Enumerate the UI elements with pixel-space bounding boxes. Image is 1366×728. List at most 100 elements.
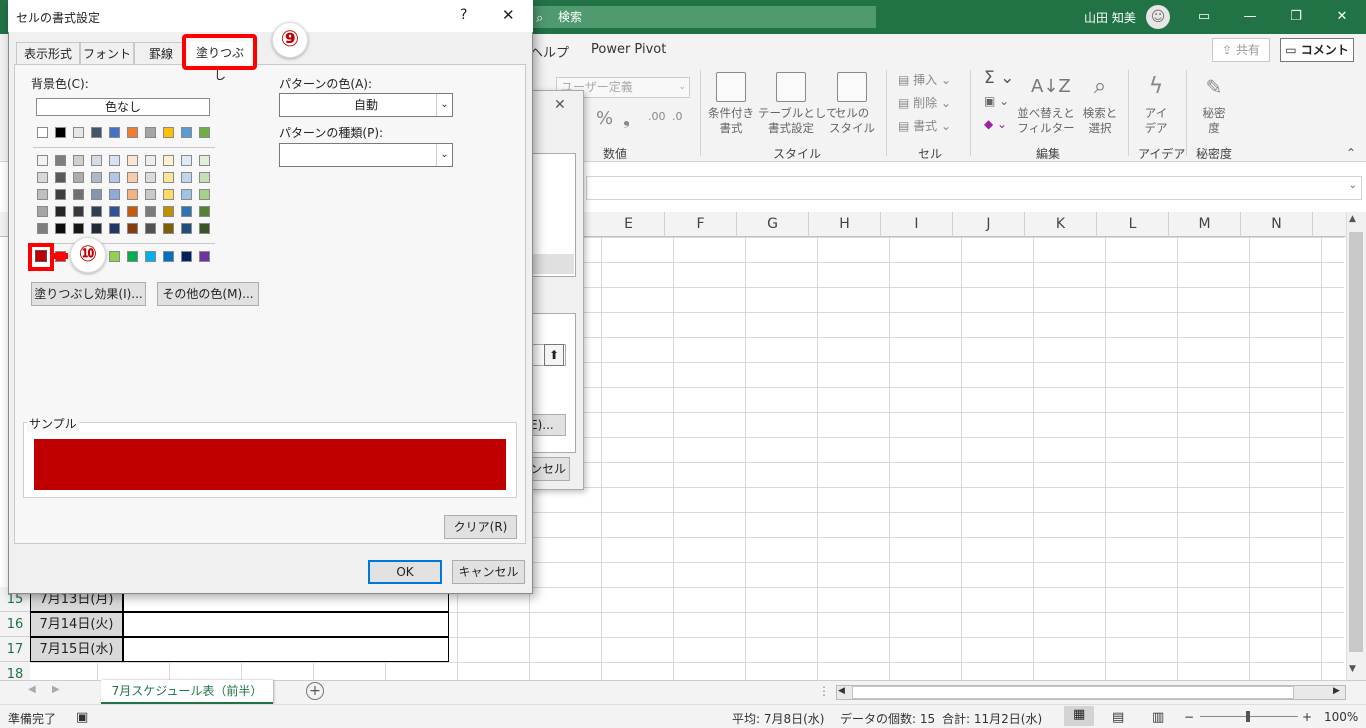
pattern-color-select[interactable]: 自動 ⌄ xyxy=(279,93,453,117)
color-swatch[interactable] xyxy=(37,155,48,166)
help-button[interactable]: ? xyxy=(460,7,467,23)
color-swatch[interactable] xyxy=(91,189,102,200)
zoom-slider-thumb[interactable] xyxy=(1246,711,1250,722)
color-swatch[interactable] xyxy=(73,172,84,183)
zoom-out-icon[interactable]: − xyxy=(1184,710,1194,724)
sheet-tab[interactable]: 7月スケジュール表（前半） xyxy=(101,680,273,704)
color-swatch[interactable] xyxy=(199,172,210,183)
cell-styles-button[interactable]: セルの スタイル xyxy=(826,72,878,136)
macro-record-icon[interactable]: ▣ xyxy=(76,710,88,725)
scroll-left-icon[interactable]: ◀ xyxy=(838,686,845,696)
formula-input[interactable]: ⌄ xyxy=(586,176,1362,200)
autosum-icon[interactable]: Σ ⌄ xyxy=(984,68,1014,88)
color-swatch[interactable] xyxy=(37,172,48,183)
horizontal-scroll-thumb[interactable] xyxy=(852,686,1294,699)
no-color-button[interactable]: 色なし xyxy=(36,98,210,116)
vertical-scrollbar[interactable]: ▲ ▼ xyxy=(1346,212,1366,680)
fill-icon[interactable]: ▣ ⌄ xyxy=(984,94,1009,108)
cancel-button[interactable]: キャンセル xyxy=(452,560,525,584)
color-swatch[interactable] xyxy=(199,206,210,217)
color-swatch[interactable] xyxy=(55,189,66,200)
more-colors-button[interactable]: その他の色(M)... xyxy=(157,282,259,306)
eraser-icon[interactable]: ◆ ⌄ xyxy=(984,117,1007,131)
normal-view-button[interactable]: ▦ xyxy=(1064,706,1094,726)
color-swatch[interactable] xyxy=(145,127,156,138)
color-swatch[interactable] xyxy=(91,172,102,183)
page-break-view-icon[interactable]: ▥ xyxy=(1152,710,1164,725)
sensitivity-button[interactable]: ✎ 秘密 度 xyxy=(1194,72,1234,136)
scroll-right-icon[interactable]: ▶ xyxy=(1333,686,1340,696)
color-swatch[interactable] xyxy=(163,172,174,183)
color-swatch[interactable] xyxy=(145,223,156,234)
color-swatch[interactable] xyxy=(163,155,174,166)
find-select-button[interactable]: ⌕ 検索と 選択 xyxy=(1078,72,1122,136)
color-swatch[interactable] xyxy=(73,155,84,166)
collapse-arrow-icon[interactable]: ⬆ xyxy=(544,344,564,366)
row-header[interactable]: 16 xyxy=(0,612,30,637)
column-header[interactable]: K xyxy=(1025,212,1097,237)
percent-icon[interactable]: % xyxy=(596,108,613,129)
column-header[interactable]: J xyxy=(953,212,1025,237)
color-swatch[interactable] xyxy=(55,172,66,183)
color-swatch[interactable] xyxy=(37,206,48,217)
close-icon[interactable]: ✕ xyxy=(554,97,566,113)
standard-color-swatch[interactable] xyxy=(199,251,210,262)
color-swatch[interactable] xyxy=(145,189,156,200)
format-button[interactable]: ▤ 書式 ⌄ xyxy=(898,117,951,134)
insert-button[interactable]: ▤ 挿入 ⌄ xyxy=(898,71,951,88)
color-swatch[interactable] xyxy=(37,127,48,138)
minimize-button[interactable]: — xyxy=(1230,4,1270,30)
color-swatch[interactable] xyxy=(181,127,192,138)
color-swatch[interactable] xyxy=(145,206,156,217)
color-swatch[interactable] xyxy=(109,223,120,234)
color-swatch[interactable] xyxy=(199,127,210,138)
column-header[interactable]: L xyxy=(1097,212,1169,237)
color-swatch[interactable] xyxy=(163,127,174,138)
list-item-selected[interactable] xyxy=(530,254,574,274)
column-header[interactable]: F xyxy=(665,212,737,237)
column-header[interactable]: E xyxy=(593,212,665,237)
decrease-decimal-icon[interactable]: .0 xyxy=(672,110,683,123)
comma-icon[interactable]: ❟ xyxy=(623,108,630,129)
color-swatch[interactable] xyxy=(55,155,66,166)
row-header[interactable]: 17 xyxy=(0,637,30,662)
tab-help[interactable]: ヘルプ xyxy=(530,42,569,61)
clear-button[interactable]: クリア(R) xyxy=(444,515,517,539)
format-as-table-button[interactable]: テーブルとして 書式設定 xyxy=(758,72,837,136)
color-swatch[interactable] xyxy=(199,155,210,166)
color-swatch[interactable] xyxy=(73,127,84,138)
color-swatch[interactable] xyxy=(163,223,174,234)
color-swatch[interactable] xyxy=(73,189,84,200)
sheet-prev-icon[interactable]: ◀ xyxy=(28,684,36,695)
ribbon-display-button[interactable]: ▭ xyxy=(1184,4,1224,30)
color-swatch[interactable] xyxy=(127,127,138,138)
tab-power-pivot[interactable]: Power Pivot xyxy=(591,42,666,57)
background-cancel-button[interactable]: ンセル xyxy=(530,457,570,481)
ideas-button[interactable]: ϟ アイ デア xyxy=(1136,72,1176,136)
standard-color-swatch[interactable] xyxy=(109,251,120,262)
standard-color-swatch[interactable] xyxy=(127,251,138,262)
color-swatch[interactable] xyxy=(181,155,192,166)
schedule-cell[interactable] xyxy=(123,637,449,662)
date-cell[interactable]: 7月15日(水) xyxy=(30,637,123,662)
color-swatch[interactable] xyxy=(145,155,156,166)
column-header[interactable]: N xyxy=(1241,212,1313,237)
zoom-in-icon[interactable]: + xyxy=(1302,710,1312,724)
color-swatch[interactable] xyxy=(109,172,120,183)
background-dialog-button[interactable]: E)... xyxy=(530,414,566,436)
color-swatch[interactable] xyxy=(91,223,102,234)
pattern-type-select[interactable]: ⌄ xyxy=(279,143,453,167)
color-swatch[interactable] xyxy=(109,189,120,200)
color-swatch[interactable] xyxy=(91,206,102,217)
tab-border[interactable]: 罫線 xyxy=(134,42,188,66)
share-button[interactable]: ⇪ 共有 xyxy=(1212,38,1270,62)
avatar[interactable]: ☺ xyxy=(1146,5,1170,29)
color-swatch[interactable] xyxy=(91,127,102,138)
schedule-cell[interactable] xyxy=(123,612,449,637)
color-swatch[interactable] xyxy=(127,189,138,200)
tab-fill[interactable]: 塗りつぶし xyxy=(190,42,250,82)
color-swatch[interactable] xyxy=(163,189,174,200)
standard-color-swatch[interactable] xyxy=(181,251,192,262)
color-swatch[interactable] xyxy=(109,127,120,138)
color-swatch[interactable] xyxy=(199,189,210,200)
